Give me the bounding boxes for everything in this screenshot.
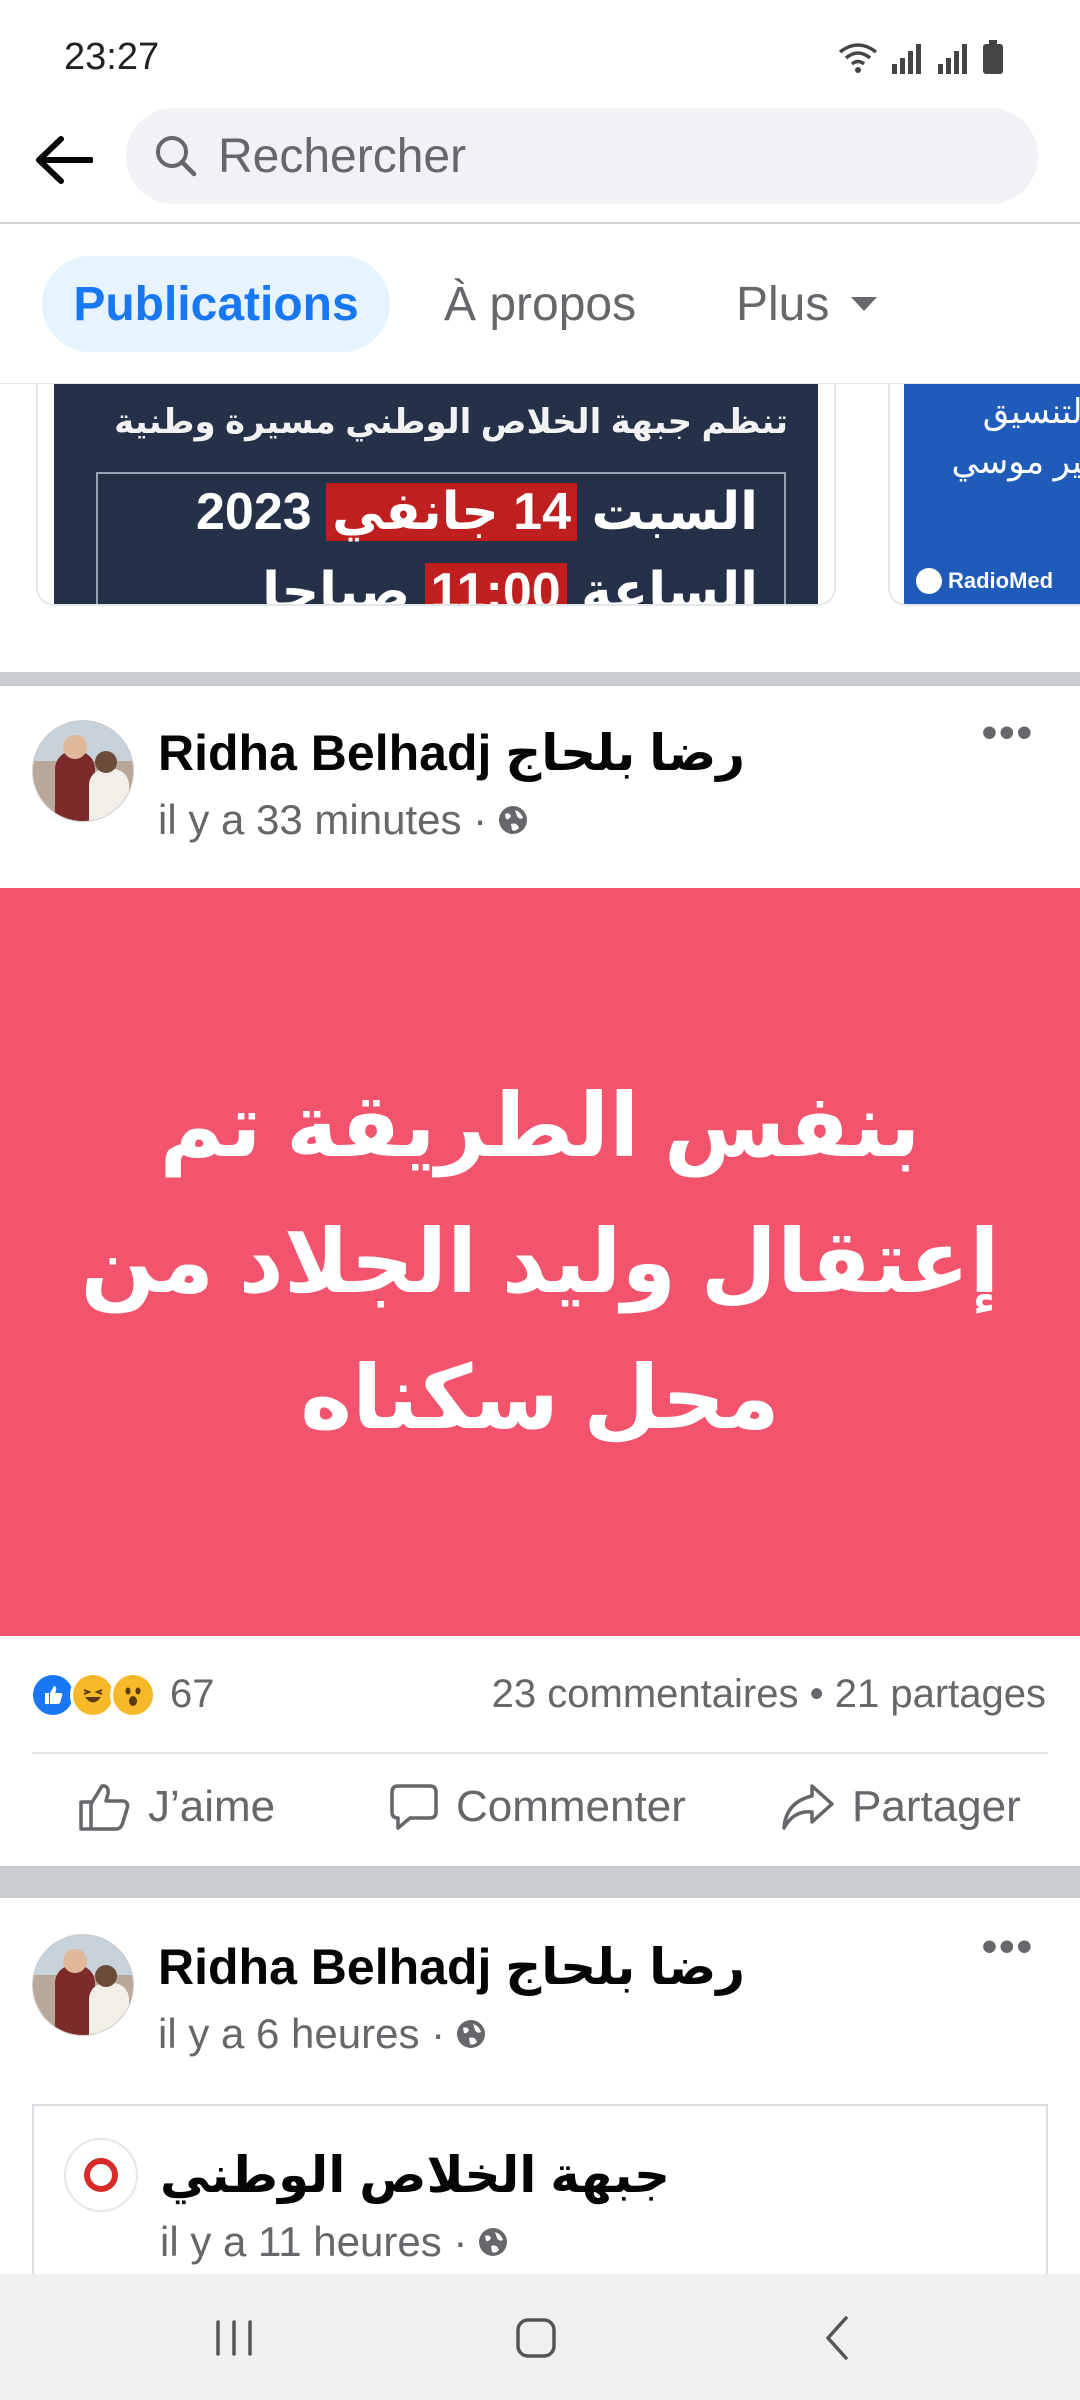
date-highlight: 14 جانفي [326,483,577,541]
comment-button[interactable]: Commenter [388,1782,686,1832]
globe-icon [499,806,528,834]
more-options-icon[interactable]: ••• [982,708,1034,758]
post-author[interactable]: Ridha Belhadj رضا بلحاج [158,724,745,782]
tab-more[interactable]: Plus [736,256,878,352]
share-label: Partager [852,1782,1021,1831]
comment-icon [390,1784,438,1830]
status-icons [838,40,1004,74]
post-time-2[interactable]: il y a 6 heures · [158,2010,445,2058]
back-button[interactable] [30,126,98,194]
radiomed-logo: RadioMed [916,568,1053,594]
share-icon [782,1784,834,1830]
search-bar[interactable] [126,108,1038,204]
tab-about[interactable]: À propos [444,256,636,352]
post-meta: il y a 33 minutes · [158,796,529,844]
featured2-text-line2: بير موسي [951,443,1080,481]
post-time[interactable]: il y a 33 minutes · [158,796,487,844]
bullet-separator: • [809,1672,835,1716]
feed-separator [0,672,1080,686]
date-year: 2023 [196,483,312,541]
shared-page-name[interactable]: جبهة الخلاص الوطني [160,2146,670,2204]
post-meta-2: il y a 6 heures · [158,2010,487,2058]
featured-date: السبت 14 جانفي 2023 [196,482,758,542]
time-highlight: 11:00 [424,563,567,604]
engagement-counts: 23 commentaires • 21 partages [492,1672,1046,1717]
like-label: J’aime [148,1782,276,1831]
shared-post-meta: il y a 11 heures · [160,2218,509,2266]
featured-image: تنظم جبهة الخلاص الوطني مسيرة وطنية السب… [54,384,818,604]
featured-text-line: تنظم جبهة الخلاص الوطني مسيرة وطنية [114,403,788,441]
system-back-button[interactable] [808,2308,868,2368]
wow-reaction-icon [110,1672,156,1718]
reactions-summary: 67 23 commentaires • 21 partages [0,1636,1080,1752]
wifi-icon [838,43,878,73]
tab-more-label: Plus [736,277,830,331]
featured-carousel: تنظم جبهة الخلاص الوطني مسيرة وطنية السب… [0,384,1080,672]
signal-icon-2 [938,44,967,74]
home-icon [516,2318,556,2358]
page-avatar[interactable] [64,2138,138,2212]
battery-icon [983,40,1003,74]
reaction-count[interactable]: 67 [170,1672,215,1717]
featured2-text-line1: التنسيق [982,393,1080,431]
thumbs-up-icon [79,1784,130,1831]
caret-down-icon [851,297,878,311]
status-bar: 23:27 [0,0,1080,100]
home-button[interactable] [506,2308,566,2368]
featured-card[interactable]: تنظم جبهة الخلاص الوطني مسيرة وطنية السب… [36,384,836,606]
header [0,100,1080,224]
post-header: Ridha Belhadj رضا بلحاج il y a 33 minute… [0,686,1080,856]
more-options-icon-2[interactable]: ••• [982,1922,1034,1972]
system-navigation-bar [0,2274,1080,2400]
post-background-text: بنفس الطريقة تم إعتقال وليد الجلاد من مح… [0,888,1080,1636]
post-header-2: Ridha Belhadj رضا بلحاج il y a 6 heures … [0,1900,1080,2070]
featured-card-2[interactable]: التنسيق بير موسي RadioMed [888,384,1080,606]
profile-tabs: Publications À propos Plus [0,226,1080,384]
comment-label: Commenter [456,1782,686,1831]
search-icon [156,136,197,177]
post-text: بنفس الطريقة تم إعتقال وليد الجلاد من مح… [80,1076,1000,1447]
feed-separator-2 [0,1866,1080,1898]
featured-time: الساعة 11:00 صباحا [262,562,758,604]
arrow-left-icon [36,136,93,184]
avatar[interactable] [32,720,134,822]
search-input[interactable] [218,128,978,184]
date-prefix: السبت [591,483,758,541]
globe-icon [479,2228,508,2256]
recent-apps-icon [216,2320,252,2356]
post-actions: J’aime Commenter Partager [32,1752,1048,1866]
avatar-2[interactable] [32,1934,134,2036]
shared-post-time[interactable]: il y a 11 heures · [160,2218,467,2266]
status-time: 23:27 [64,36,160,78]
share-button[interactable]: Partager [780,1782,1021,1832]
chevron-left-icon [826,2316,848,2360]
featured-image-2: التنسيق بير موسي RadioMed [904,384,1080,604]
page-logo-icon [84,2158,118,2192]
reaction-icons[interactable] [30,1672,156,1718]
comments-count[interactable]: 23 commentaires [492,1672,799,1716]
globe-icon [457,2020,486,2048]
post-author-2[interactable]: Ridha Belhadj رضا بلحاج [158,1938,745,1996]
time-prefix: الساعة [581,563,758,604]
signal-icon [892,44,921,74]
recent-apps-button[interactable] [204,2308,264,2368]
shares-count[interactable]: 21 partages [835,1672,1046,1716]
like-button[interactable]: J’aime [78,1782,275,1832]
time-suffix: صباحا [262,563,411,604]
radiomed-logo-text: RadioMed [948,568,1054,593]
radiomed-logo-icon [916,568,942,594]
shared-post[interactable]: جبهة الخلاص الوطني il y a 11 heures · [32,2104,1048,2284]
tab-publications[interactable]: Publications [42,256,390,352]
